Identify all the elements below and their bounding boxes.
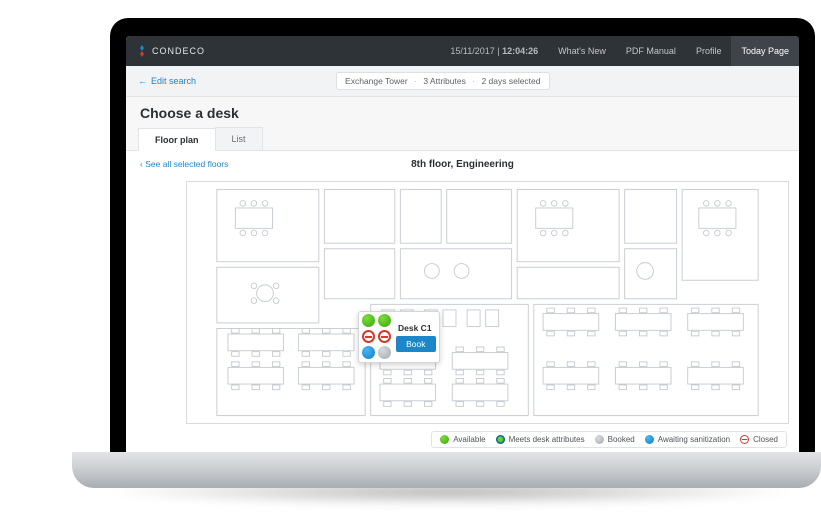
nav-whats-new[interactable]: What's New — [548, 46, 616, 56]
laptop-frame: CONDECO 15/11/2017 | 12:04:26 What's New… — [0, 0, 821, 530]
view-tabs: Floor plan List — [126, 127, 799, 151]
desk-status-dots — [362, 314, 392, 360]
header-datetime: 15/11/2017 | 12:04:26 — [440, 46, 548, 56]
status-dot-available-icon[interactable] — [362, 314, 375, 327]
legend-meets-icon — [496, 435, 505, 444]
header-time: 12:04:26 — [502, 46, 538, 56]
tab-list[interactable]: List — [215, 127, 263, 150]
brand-name: CONDECO — [152, 46, 205, 56]
page-title: Choose a desk — [126, 97, 799, 127]
arrow-left-icon: ← — [138, 76, 147, 86]
legend-available: Available — [440, 435, 485, 444]
legend-closed: Closed — [740, 435, 778, 444]
legend-meets: Meets desk attributes — [496, 435, 585, 444]
nav-today-page[interactable]: Today Page — [731, 36, 799, 66]
chevron-left-icon: ‹ — [140, 159, 143, 169]
crumb-days: 2 days selected — [481, 76, 540, 86]
crumb-attributes: 3 Attributes — [423, 76, 466, 86]
status-dot-booked-icon[interactable] — [378, 346, 391, 359]
breadcrumb[interactable]: Exchange Tower · 3 Attributes · 2 days s… — [336, 72, 549, 90]
nav-pdf-manual[interactable]: PDF Manual — [616, 46, 686, 56]
status-dot-closed-icon[interactable] — [362, 330, 375, 343]
desk-popover: Desk C1 Book — [358, 311, 440, 363]
desk-label: Desk C1 — [396, 323, 436, 333]
book-button[interactable]: Book — [396, 336, 436, 352]
laptop-base — [72, 452, 821, 488]
status-dot-awaiting-icon[interactable] — [362, 346, 375, 359]
see-all-floors-label: See all selected floors — [145, 159, 228, 169]
status-dot-available-icon[interactable] — [378, 314, 391, 327]
brand-logo-icon — [136, 45, 148, 57]
legend: Available Meets desk attributes Booked A… — [431, 431, 787, 448]
legend-booked-icon — [595, 435, 604, 444]
see-all-floors-link[interactable]: ‹ See all selected floors — [140, 159, 228, 169]
crumb-building: Exchange Tower — [345, 76, 408, 86]
legend-available-icon — [440, 435, 449, 444]
legend-closed-icon — [740, 435, 749, 444]
legend-booked: Booked — [595, 435, 635, 444]
nav-profile[interactable]: Profile — [686, 46, 732, 56]
screen-bezel: CONDECO 15/11/2017 | 12:04:26 What's New… — [110, 18, 815, 452]
content-area: ‹ See all selected floors 8th floor, Eng… — [126, 151, 799, 452]
sub-bar: ← Edit search Exchange Tower · 3 Attribu… — [126, 66, 799, 97]
edit-search-label: Edit search — [151, 76, 196, 86]
edit-search-link[interactable]: ← Edit search — [138, 76, 196, 86]
app-screen: CONDECO 15/11/2017 | 12:04:26 What's New… — [126, 36, 799, 452]
legend-awaiting: Awaiting sanitization — [645, 435, 730, 444]
header-date: 15/11/2017 — [450, 46, 494, 56]
brand[interactable]: CONDECO — [126, 45, 215, 57]
tab-floor-plan[interactable]: Floor plan — [138, 128, 216, 151]
app-header: CONDECO 15/11/2017 | 12:04:26 What's New… — [126, 36, 799, 66]
floor-plan[interactable] — [186, 181, 789, 424]
legend-awaiting-icon — [645, 435, 654, 444]
status-dot-closed-icon[interactable] — [378, 330, 391, 343]
